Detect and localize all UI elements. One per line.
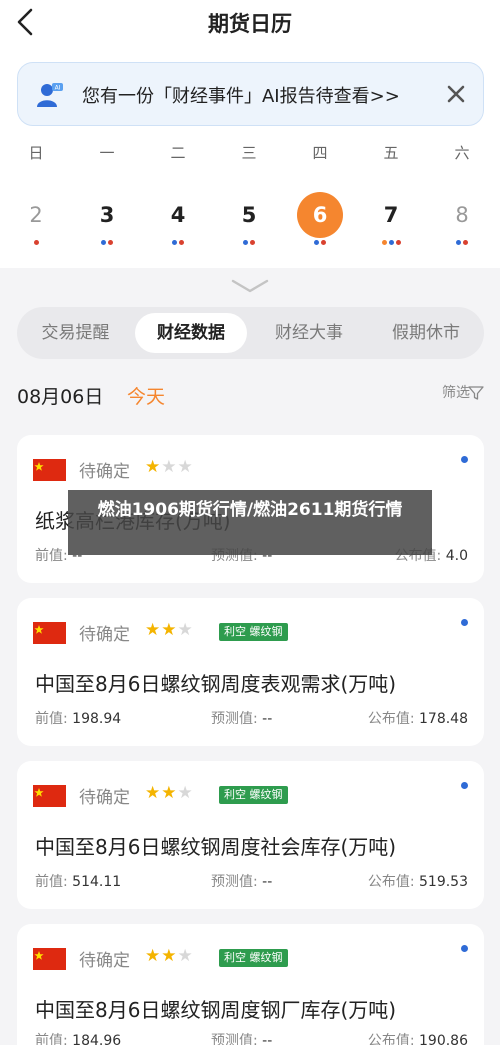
previous-value: 前值: 514.11	[35, 871, 121, 891]
previous-number: 514.11	[72, 874, 122, 890]
event-card[interactable]: 待确定 ★★★ 利空 螺纹钢 中国至8月6日螺纹钢周度表观需求(万吨) 前值: …	[17, 598, 484, 746]
ai-report-banner[interactable]: AI 您有一份「财经事件」AI报告待查看>>	[17, 62, 484, 126]
forecast-label: 预测值:	[211, 1033, 258, 1045]
status-label: 待确定	[79, 625, 130, 645]
impact-tag: 利空 螺纹钢	[219, 623, 288, 641]
unread-dot	[461, 945, 468, 952]
status-label: 待确定	[79, 951, 130, 971]
event-card[interactable]: 待确定 ★★★ 利空 螺纹钢 中国至8月6日螺纹钢周度社会库存(万吨) 前值: …	[17, 761, 484, 909]
chevron-down-icon[interactable]	[230, 277, 270, 295]
page-title: 期货日历	[208, 12, 292, 36]
importance-stars: ★★★	[145, 946, 194, 966]
forecast-label: 预测值:	[211, 874, 258, 890]
china-flag-icon	[33, 622, 66, 644]
event-title: 中国至8月6日螺纹钢周度表观需求(万吨)	[35, 672, 397, 696]
calendar-day[interactable]: 2	[13, 192, 59, 238]
ai-avatar-icon: AI	[37, 83, 63, 107]
tab-economic-data[interactable]: 财经数据	[135, 313, 247, 353]
watermark-caption: 燃油1906期货行情/燃油2611期货行情	[68, 490, 432, 555]
weekday-label: 日	[28, 144, 44, 162]
actual-number: 178.48	[419, 711, 468, 727]
svg-text:AI: AI	[55, 85, 61, 92]
unread-dot	[461, 619, 468, 626]
category-tabs: 交易提醒 财经数据 财经大事 假期休市	[17, 307, 484, 359]
date-label: 08月06日	[17, 386, 104, 408]
weekday-label: 三	[241, 144, 257, 162]
forecast-label: 预测值:	[211, 711, 258, 727]
filter-icon[interactable]	[468, 385, 484, 401]
importance-stars: ★★★	[145, 457, 194, 477]
actual-label: 公布值:	[367, 711, 415, 727]
event-dots	[439, 240, 485, 248]
impact-tag: 利空 螺纹钢	[219, 786, 288, 804]
today-label: 今天	[127, 386, 166, 408]
forecast-number: --	[262, 874, 273, 890]
date-header: 08月06日 今天 筛选	[17, 380, 484, 410]
tab-trade-reminders[interactable]: 交易提醒	[23, 313, 128, 353]
actual-number: 4.0	[445, 548, 468, 564]
actual-value: 公布值: 190.86	[368, 1030, 468, 1045]
actual-number: 190.86	[419, 1033, 468, 1045]
banner-text: 您有一份「财经事件」AI报告待查看>>	[82, 86, 400, 107]
china-flag-icon	[33, 785, 66, 807]
china-flag-icon	[33, 948, 66, 970]
event-dots	[84, 240, 130, 248]
calendar-day[interactable]: 4	[155, 192, 201, 238]
actual-label: 公布值:	[367, 874, 415, 890]
event-dots	[226, 240, 272, 248]
calendar-day[interactable]: 3	[84, 192, 130, 238]
calendar-day[interactable]: 8	[439, 192, 485, 238]
previous-label: 前值:	[35, 711, 68, 727]
previous-value: 前值: 184.96	[35, 1030, 121, 1045]
importance-stars: ★★★	[145, 783, 194, 803]
event-card[interactable]: 待确定 ★★★ 利空 螺纹钢 中国至8月6日螺纹钢周度钢厂库存(万吨) 前值: …	[17, 924, 484, 1045]
previous-value: 前值: 198.94	[35, 708, 121, 728]
event-dots	[155, 240, 201, 248]
china-flag-icon	[33, 459, 66, 481]
weekday-label: 五	[383, 144, 399, 162]
calendar-day-selected[interactable]: 6	[297, 192, 343, 238]
importance-stars: ★★★	[145, 620, 194, 640]
previous-label: 前值:	[35, 548, 68, 564]
calendar-day[interactable]: 7	[368, 192, 414, 238]
event-dots	[297, 240, 343, 248]
status-label: 待确定	[79, 788, 130, 808]
event-title: 中国至8月6日螺纹钢周度社会库存(万吨)	[35, 835, 397, 859]
header-area: 期货日历 AI 您有一份「财经事件」AI报告待查看>> 日 一 二 三 四 五 …	[0, 0, 500, 268]
tab-financial-events[interactable]: 财经大事	[255, 313, 363, 353]
previous-label: 前值:	[35, 1033, 68, 1045]
weekday-label: 一	[99, 144, 115, 162]
actual-value: 公布值: 519.53	[368, 871, 468, 891]
previous-label: 前值:	[35, 874, 68, 890]
weekday-row: 日 一 二 三 四 五 六	[0, 142, 500, 166]
event-dots	[13, 240, 59, 248]
calendar-day[interactable]: 5	[226, 192, 272, 238]
unread-dot	[461, 782, 468, 789]
forecast-number: --	[262, 711, 273, 727]
status-label: 待确定	[79, 462, 130, 482]
weekday-label: 二	[170, 144, 186, 162]
filter-button[interactable]: 筛选	[442, 382, 470, 402]
previous-number: 198.94	[72, 711, 122, 727]
previous-number: 184.96	[72, 1033, 122, 1045]
forecast-value: 预测值: --	[211, 871, 272, 891]
actual-number: 519.53	[419, 874, 468, 890]
forecast-value: 预测值: --	[211, 708, 272, 728]
forecast-value: 预测值: --	[211, 1030, 272, 1045]
actual-value: 公布值: 178.48	[368, 708, 468, 728]
weekday-label: 四	[312, 144, 328, 162]
actual-label: 公布值:	[367, 1033, 415, 1045]
weekday-label: 六	[454, 144, 470, 162]
event-title: 中国至8月6日螺纹钢周度钢厂库存(万吨)	[35, 998, 397, 1022]
nav-bar: 期货日历	[0, 0, 500, 48]
close-icon[interactable]	[443, 81, 469, 107]
date-row: 2 3 4 5 6 7 8	[0, 192, 500, 248]
tab-holidays[interactable]: 假期休市	[373, 313, 479, 353]
unread-dot	[461, 456, 468, 463]
event-dots	[368, 240, 414, 248]
impact-tag: 利空 螺纹钢	[219, 949, 288, 967]
forecast-number: --	[262, 1033, 273, 1045]
